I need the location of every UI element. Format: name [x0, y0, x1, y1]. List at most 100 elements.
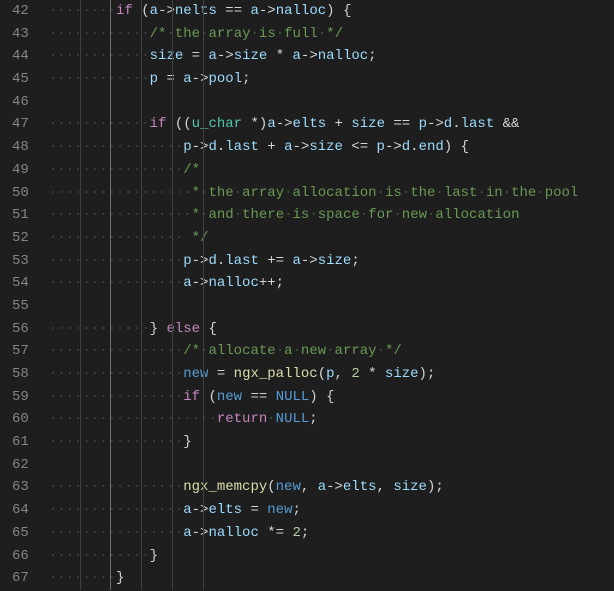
indent-guide: [110, 340, 111, 363]
code-token: ;: [301, 525, 309, 541]
code-token: if: [183, 389, 200, 405]
indent-guide: [203, 113, 204, 136]
indent-guide: [80, 363, 81, 386]
code-line[interactable]: ················a->nalloc++;: [49, 272, 614, 295]
code-token: a: [183, 71, 191, 87]
indent-whitespace: ················: [49, 434, 183, 450]
indent-guide: [110, 431, 111, 454]
code-line[interactable]: ················/*: [49, 159, 614, 182]
code-line[interactable]: ········if (a->nelts == a->nalloc) {: [49, 0, 614, 23]
indent-guide: [141, 23, 142, 46]
indent-guide: [80, 295, 81, 318]
indent-guide: [141, 408, 142, 431]
code-token: ·*·and·there·is·space·for·new·allocation: [183, 207, 519, 223]
code-line[interactable]: ················if (new == NULL) {: [49, 386, 614, 409]
code-token: ,: [377, 479, 394, 495]
code-line[interactable]: ············p = a->pool;: [49, 68, 614, 91]
indent-guide: [110, 295, 111, 318]
indent-guide: [110, 499, 111, 522]
code-token: new: [217, 389, 242, 405]
indent-guide: [80, 68, 81, 91]
indent-guide: [141, 386, 142, 409]
indent-guide: [203, 182, 204, 205]
indent-guide: [172, 386, 173, 409]
indent-guide: [203, 522, 204, 545]
code-line[interactable]: ················new = ngx_palloc(p, 2 * …: [49, 363, 614, 386]
code-line[interactable]: ················a->elts = new;: [49, 499, 614, 522]
indent-guide: [80, 454, 81, 477]
line-number: 47: [12, 113, 29, 136]
indent-guide: [110, 0, 111, 23]
code-token: ->: [301, 48, 318, 64]
indent-guide: [141, 499, 142, 522]
line-number: 56: [12, 318, 29, 341]
line-number: 66: [12, 545, 29, 568]
code-token: d: [444, 116, 452, 132]
code-token: *: [267, 48, 292, 64]
indent-guide: [141, 159, 142, 182]
line-number: 67: [12, 567, 29, 590]
code-token: ) {: [309, 389, 334, 405]
code-line[interactable]: ················}: [49, 431, 614, 454]
indent-whitespace: ············: [49, 548, 150, 564]
indent-whitespace: ········: [49, 570, 116, 586]
indent-whitespace: ················: [49, 207, 183, 223]
code-token: new: [183, 366, 208, 382]
code-line[interactable]: ············/*·the·array·is·full·*/: [49, 23, 614, 46]
code-token: ->: [192, 275, 209, 291]
code-line[interactable]: ·················*·the·array·allocation·…: [49, 182, 614, 205]
code-line[interactable]: ····················return·NULL;: [49, 408, 614, 431]
code-line[interactable]: ················ */: [49, 227, 614, 250]
indent-guide: [80, 113, 81, 136]
indent-whitespace: ················: [49, 366, 183, 382]
code-token: a: [251, 3, 259, 19]
code-token: ((: [166, 116, 191, 132]
code-token: p: [326, 366, 334, 382]
indent-whitespace: ················: [49, 230, 183, 246]
code-line[interactable]: ················p->d.last += a->size;: [49, 250, 614, 273]
code-line[interactable]: ············size = a->size * a->nalloc;: [49, 45, 614, 68]
code-line[interactable]: ············} else {: [49, 318, 614, 341]
indent-guide: [80, 340, 81, 363]
code-line[interactable]: ················/*·allocate·a·new·array·…: [49, 340, 614, 363]
code-line[interactable]: [49, 295, 614, 318]
code-line[interactable]: ················ngx_memcpy(new, a->elts,…: [49, 476, 614, 499]
code-token: size: [309, 139, 343, 155]
code-token: */: [183, 230, 208, 246]
code-token: }: [183, 434, 191, 450]
indent-guide: [203, 545, 204, 568]
indent-guide: [172, 522, 173, 545]
code-line[interactable]: [49, 454, 614, 477]
indent-guide: [110, 476, 111, 499]
indent-guide: [110, 522, 111, 545]
indent-guide: [172, 182, 173, 205]
indent-guide: [110, 227, 111, 250]
line-number: 63: [12, 476, 29, 499]
code-token: if: [116, 3, 133, 19]
indent-guide: [172, 159, 173, 182]
indent-guide: [80, 23, 81, 46]
code-token: p: [183, 253, 191, 269]
code-area[interactable]: ········if (a->nelts == a->nalloc) {····…: [49, 0, 614, 591]
indent-guide: [141, 272, 142, 295]
indent-guide: [110, 386, 111, 409]
code-token: size: [234, 48, 268, 64]
indent-guide: [141, 182, 142, 205]
code-token: .: [217, 253, 225, 269]
indent-guide: [203, 23, 204, 46]
code-line[interactable]: ············if ((u_char *)a->elts + size…: [49, 113, 614, 136]
code-line[interactable]: ·················*·and·there·is·space·fo…: [49, 204, 614, 227]
code-line[interactable]: ········}: [49, 567, 614, 590]
code-token: ) {: [444, 139, 469, 155]
code-token: ++;: [259, 275, 284, 291]
code-line[interactable]: ············}: [49, 545, 614, 568]
code-line[interactable]: ················a->nalloc *= 2;: [49, 522, 614, 545]
indent-guide: [80, 91, 81, 114]
code-token: ngx_memcpy: [183, 479, 267, 495]
code-editor[interactable]: 4243444546474849505152535455565758596061…: [0, 0, 614, 591]
code-line[interactable]: [49, 91, 614, 114]
indent-whitespace: ················: [49, 162, 183, 178]
line-number: 54: [12, 272, 29, 295]
code-token: size: [393, 479, 427, 495]
code-line[interactable]: ················p->d.last + a->size <= p…: [49, 136, 614, 159]
